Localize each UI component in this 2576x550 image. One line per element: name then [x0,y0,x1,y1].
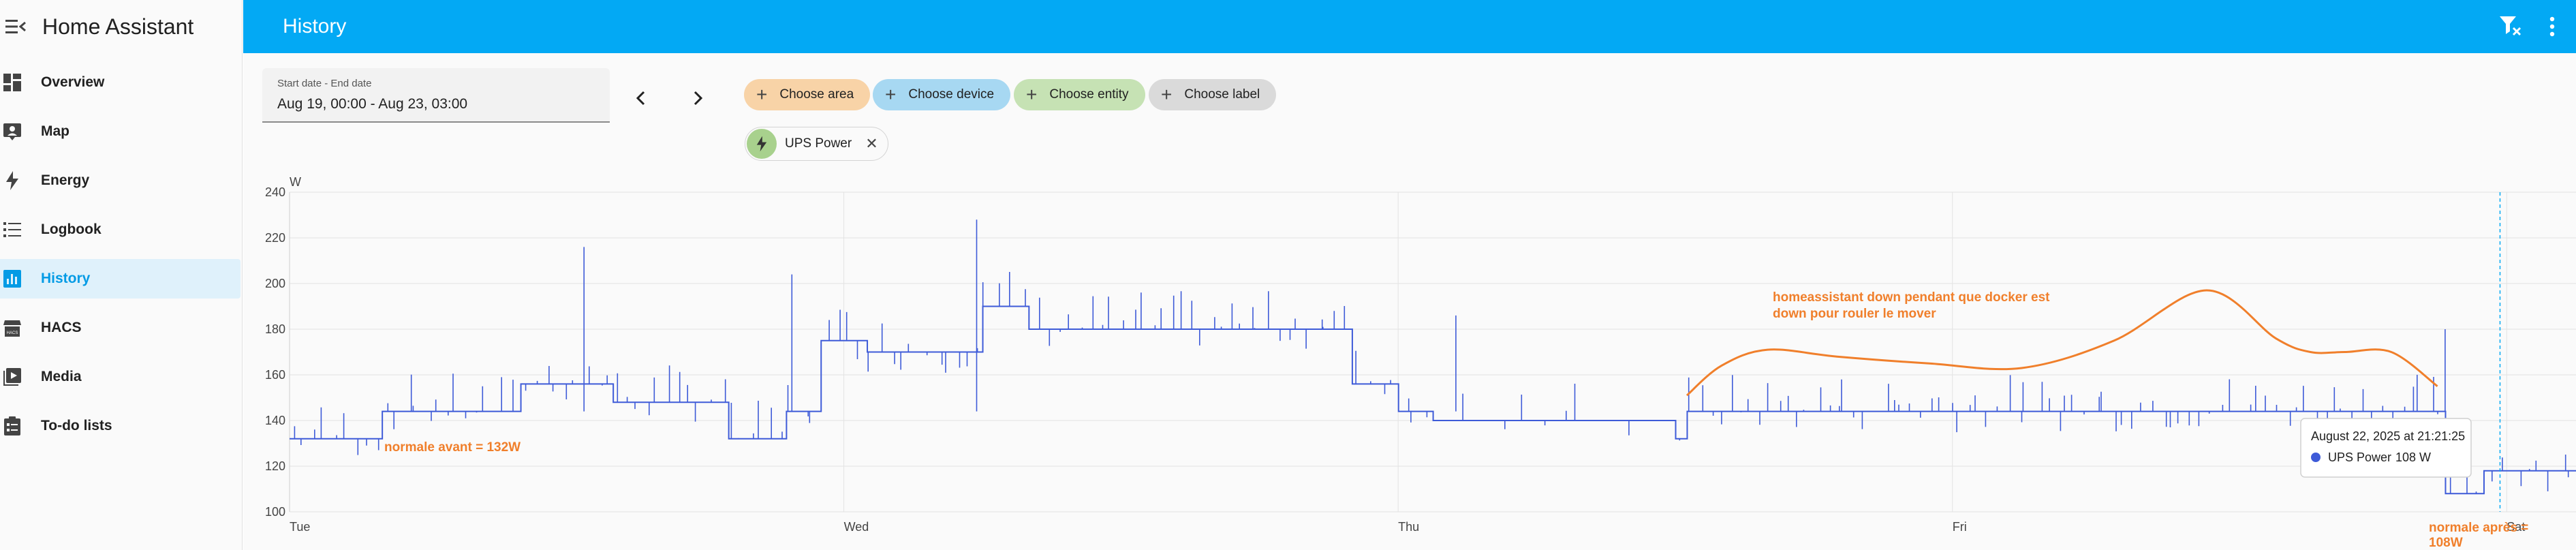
page-title: History [283,15,347,37]
hacs-icon: HACS [1,317,23,339]
sidebar-item-todo-lists[interactable]: To-do lists [0,406,240,446]
sidebar-item-energy[interactable]: Energy [0,161,240,200]
tooltip-series-dot [2311,453,2321,462]
history-chart: W 100120140160180200220240 Tue Wed Thu Fri S… [265,175,2576,550]
menu-collapse-icon[interactable] [4,15,27,38]
plus-icon: + [885,84,897,105]
chip-label: Choose device [908,87,995,102]
media-icon [1,366,23,388]
y-tick-label: 160 [265,368,285,382]
sidebar-item-media[interactable]: Media [0,357,240,397]
y-tick-label: 240 [265,185,285,199]
date-range-label: Start date - End date [277,78,372,89]
sidebar-item-label: HACS [41,320,82,335]
chip-label: Choose label [1184,87,1260,102]
chevron-right-icon [694,91,703,106]
y-tick-label: 180 [265,322,285,336]
tooltip-value: 108 W [2395,450,2431,464]
map-icon [1,121,23,142]
choose-entity-chip[interactable]: + Choose entity [1014,79,1145,110]
entity-label: UPS Power [785,136,852,151]
lightning-icon [747,129,777,159]
plus-icon: + [756,84,768,105]
sidebar-item-history[interactable]: History [0,259,240,299]
list-icon [1,219,23,241]
x-tick-label: Wed [844,520,869,534]
sidebar-item-label: Overview [41,74,105,90]
more-vert-icon [2549,16,2555,37]
y-tick-label: 220 [265,231,285,245]
choose-area-chip[interactable]: + Choose area [744,79,871,110]
x-axis-ticks: Tue Wed Thu Fri Sat [290,520,2525,534]
tooltip-time: August 22, 2025 at 21:21:25 [2311,429,2465,443]
choose-device-chip[interactable]: + Choose device [873,79,1011,110]
sidebar: Home Assistant Overview Map Energy Logbo… [0,0,243,550]
sidebar-nav: Overview Map Energy Logbook History HACS… [0,63,242,446]
sidebar-item-label: Logbook [41,221,102,237]
filter-remove-button[interactable] [2494,10,2528,44]
plus-icon: + [1161,84,1173,105]
chart-tooltip: August 22, 2025 at 21:21:25 UPS Power 10… [2300,418,2472,478]
selected-entity-chip[interactable]: UPS Power ✕ [745,127,888,161]
dashboard-icon [1,72,23,93]
y-tick-label: 140 [265,414,285,427]
chip-label: Choose entity [1049,87,1129,102]
sidebar-item-overview[interactable]: Overview [0,63,240,102]
previous-period-button[interactable] [628,86,653,110]
sidebar-item-label: Media [41,369,82,384]
app-title: Home Assistant [42,14,194,39]
x-tick-label: Fri [1953,520,1967,534]
next-period-button[interactable] [686,86,711,110]
lightning-icon [1,170,23,192]
x-tick-label: Tue [290,520,310,534]
todo-icon [1,415,23,437]
date-range-picker[interactable]: Start date - End date Aug 19, 00:00 - Au… [262,68,610,123]
y-tick-label: 200 [265,277,285,290]
choose-label-chip[interactable]: + Choose label [1149,79,1277,110]
y-tick-label: 120 [265,459,285,473]
annotation-after-line2: 108W [2429,536,2463,550]
date-range-value: Aug 19, 00:00 - Aug 23, 03:00 [277,96,468,112]
series-fluctuations [294,219,2569,494]
sidebar-item-label: Energy [41,172,90,188]
sidebar-item-label: To-do lists [41,418,112,433]
filter-remove-icon [2500,16,2521,36]
chevron-left-icon [636,91,645,106]
y-axis-ticks: 100 120 140 160 180 200 220 240 [265,185,285,519]
chart-icon [1,268,23,290]
x-tick-label: Thu [1398,520,1419,534]
sidebar-item-hacs[interactable]: HACS HACS [0,308,240,348]
more-options-button[interactable] [2535,10,2569,44]
annotation-before: normale avant = 132W [384,440,521,455]
sidebar-item-map[interactable]: Map [0,112,240,151]
chip-label: Choose area [779,87,854,102]
svg-text:HACS: HACS [7,331,18,335]
sidebar-header: Home Assistant [0,0,242,53]
remove-entity-icon[interactable]: ✕ [865,135,878,153]
tooltip-series-name: UPS Power [2328,450,2391,464]
sidebar-item-label: Map [41,123,69,139]
annotation-after-line1: normale après = [2429,521,2528,535]
y-axis-label: W [290,175,301,189]
plus-icon: + [1026,84,1038,105]
sidebar-item-logbook[interactable]: Logbook [0,210,240,249]
topbar-actions [2494,0,2576,53]
annotation-down-line2: down pour rouler le mover [1773,307,1936,321]
chart-grid [289,192,2576,513]
sidebar-item-label: History [41,271,91,286]
top-app-bar: History [243,0,2576,53]
app-window: Home Assistant Overview Map Energy Logbo… [0,0,2576,550]
series-line-ups-power [290,305,2576,495]
series-spikes [294,219,2569,494]
y-tick-label: 100 [265,505,285,519]
annotation-down-line1: homeassistant down pendant que docker es… [1773,290,2050,305]
